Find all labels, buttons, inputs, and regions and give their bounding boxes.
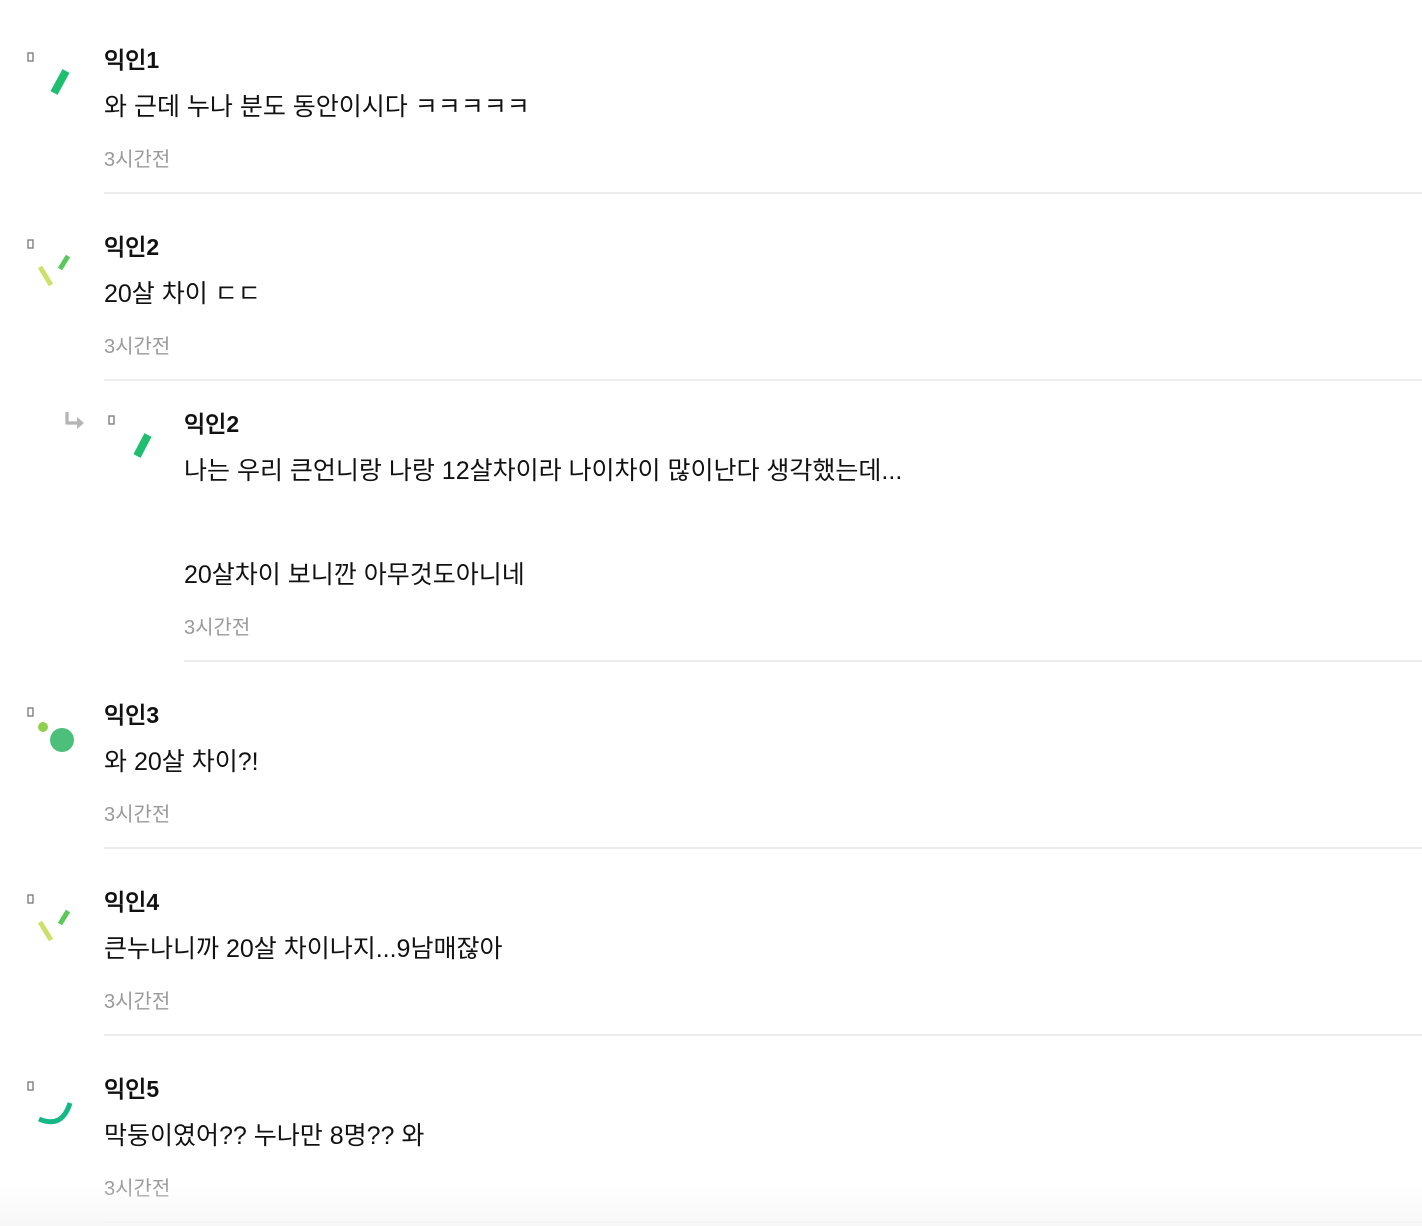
comment-item: 익인5 막둥이였어?? 누나만 8명?? 와 3시간전 (0, 0, 1422, 1226)
bottom-fade (0, 1186, 1422, 1226)
avatar[interactable] (22, 1073, 102, 1153)
comment-list: 익인1 와 근데 누나 분도 동안이시다 ㅋㅋㅋㅋㅋ 3시간전 익인2 20살 … (0, 0, 1422, 1226)
comment-author[interactable]: 익인5 (104, 1075, 159, 1103)
comment-body: 막둥이였어?? 누나만 8명?? 와 (104, 1122, 425, 1150)
green-arc-icon (27, 1081, 73, 1125)
